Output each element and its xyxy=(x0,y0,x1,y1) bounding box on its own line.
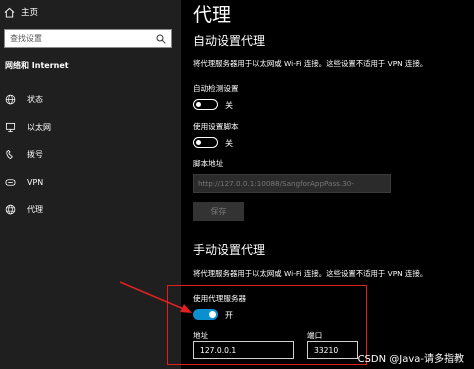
sidebar-item-label: VPN xyxy=(27,177,44,187)
sidebar-item-label: 拨号 xyxy=(27,149,43,159)
auto-proxy-description: 将代理服务器用于以太网或 Wi-Fi 连接。这些设置不适用于 VPN 连接。 xyxy=(193,59,428,68)
sidebar-item-label: 以太网 xyxy=(27,122,51,132)
highlight-box xyxy=(167,285,367,365)
proxy-globe-icon xyxy=(5,204,16,214)
globe-icon xyxy=(5,94,16,104)
home-label: 主页 xyxy=(21,8,39,18)
toggle-knob xyxy=(196,101,201,107)
sidebar-item-ethernet[interactable]: 以太网 xyxy=(0,116,181,138)
setup-script-state: 关 xyxy=(225,139,233,148)
auto-detect-state: 关 xyxy=(225,101,233,110)
sidebar-item-proxy[interactable]: 代理 xyxy=(0,198,181,220)
script-address-label: 脚本地址 xyxy=(193,159,224,168)
sidebar-item-label: 状态 xyxy=(27,94,43,104)
sidebar-item-status[interactable]: 状态 xyxy=(0,88,181,110)
sidebar-item-dialup[interactable]: 拨号 xyxy=(0,143,181,165)
dialup-icon xyxy=(6,149,13,159)
setup-script-toggle[interactable] xyxy=(193,137,218,148)
search-input[interactable]: 查找设置 xyxy=(4,29,172,48)
setup-script-label: 使用设置脚本 xyxy=(193,122,239,131)
save-button[interactable]: 保存 xyxy=(193,202,244,221)
auto-detect-label: 自动检测设置 xyxy=(193,84,239,93)
ethernet-icon xyxy=(5,122,16,132)
sidebar-item-vpn[interactable]: VPN xyxy=(0,171,181,193)
manual-proxy-heading: 手动设置代理 xyxy=(193,243,266,257)
save-button-label: 保存 xyxy=(210,207,227,216)
manual-proxy-description: 将代理服务器用于以太网或 Wi-Fi 连接。这些设置不适用于 VPN 连接。 xyxy=(193,269,428,278)
section-header: 网络和 Internet xyxy=(5,61,69,70)
script-address-input[interactable]: http://127.0.0.1:10088/SangforAppPass.30… xyxy=(193,174,391,193)
toggle-knob xyxy=(196,139,201,145)
vpn-icon xyxy=(5,178,16,186)
page-title: 代理 xyxy=(193,4,232,26)
auto-detect-toggle[interactable] xyxy=(193,99,218,110)
home-nav-item[interactable]: 主页 xyxy=(4,4,154,20)
search-icon[interactable] xyxy=(156,34,166,44)
settings-sidebar: 主页 查找设置 网络和 Internet 状态 以太网 拨号 VPN 代理 xyxy=(0,0,181,369)
auto-proxy-heading: 自动设置代理 xyxy=(193,34,266,48)
sidebar-item-label: 代理 xyxy=(27,204,43,214)
script-address-value: http://127.0.0.1:10088/SangforAppPass.30… xyxy=(198,179,354,188)
home-icon xyxy=(4,7,15,18)
search-placeholder: 查找设置 xyxy=(10,34,42,43)
watermark: CSDN @Java-请多指教 xyxy=(357,354,464,365)
